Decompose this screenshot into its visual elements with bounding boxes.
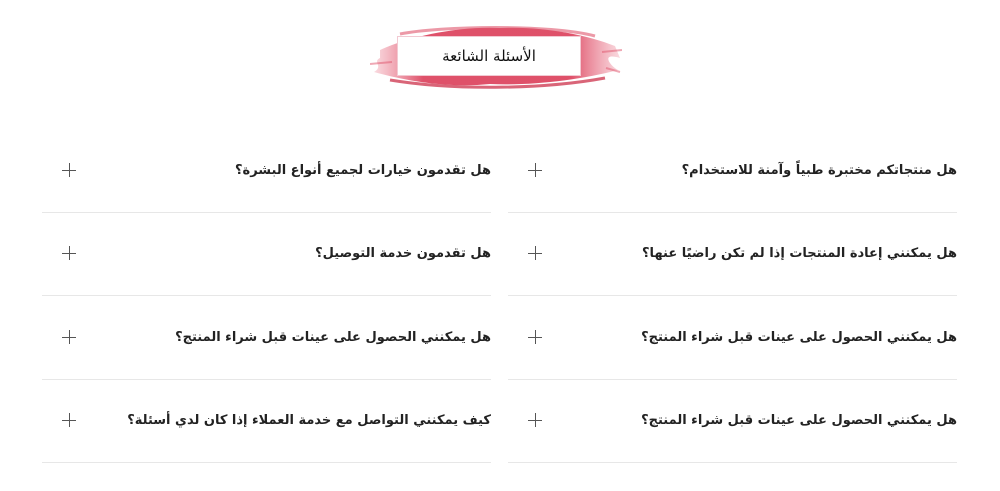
faq-item[interactable]: هل تقدمون خدمة التوصيل؟: [42, 212, 491, 296]
faq-grid: هل منتجاتكم مختبرة طبياً وآمنة للاستخدام…: [0, 0, 1000, 491]
faq-question[interactable]: هل يمكنني إعادة المنتجات إذا لم تكن راضي…: [642, 212, 957, 296]
plus-icon[interactable]: [62, 330, 76, 344]
faq-question[interactable]: هل يمكنني الحصول على عينات قبل شراء المن…: [641, 296, 957, 380]
faq-item[interactable]: هل منتجاتكم مختبرة طبياً وآمنة للاستخدام…: [508, 129, 957, 213]
plus-icon[interactable]: [528, 413, 542, 427]
faq-item[interactable]: كيف يمكنني التواصل مع خدمة العملاء إذا ك…: [42, 379, 491, 463]
faq-item[interactable]: هل يمكنني إعادة المنتجات إذا لم تكن راضي…: [508, 212, 957, 296]
plus-icon[interactable]: [528, 163, 542, 177]
plus-icon[interactable]: [528, 330, 542, 344]
plus-icon[interactable]: [62, 413, 76, 427]
plus-icon[interactable]: [62, 246, 76, 260]
faq-item[interactable]: هل تقدمون خيارات لجميع أنواع البشرة؟: [42, 129, 491, 213]
plus-icon[interactable]: [528, 246, 542, 260]
faq-question[interactable]: كيف يمكنني التواصل مع خدمة العملاء إذا ك…: [127, 379, 491, 463]
faq-question[interactable]: هل يمكنني الحصول على عينات قبل شراء المن…: [175, 296, 491, 380]
faq-item[interactable]: هل يمكنني الحصول على عينات قبل شراء المن…: [42, 296, 491, 380]
faq-question[interactable]: هل تقدمون خيارات لجميع أنواع البشرة؟: [235, 129, 491, 213]
faq-question[interactable]: هل تقدمون خدمة التوصيل؟: [315, 212, 491, 296]
faq-item[interactable]: هل يمكنني الحصول على عينات قبل شراء المن…: [508, 296, 957, 380]
faq-question[interactable]: هل منتجاتكم مختبرة طبياً وآمنة للاستخدام…: [682, 129, 957, 213]
faq-question[interactable]: هل يمكنني الحصول على عينات قبل شراء المن…: [641, 379, 957, 463]
faq-item[interactable]: هل يمكنني الحصول على عينات قبل شراء المن…: [508, 379, 957, 463]
plus-icon[interactable]: [62, 163, 76, 177]
